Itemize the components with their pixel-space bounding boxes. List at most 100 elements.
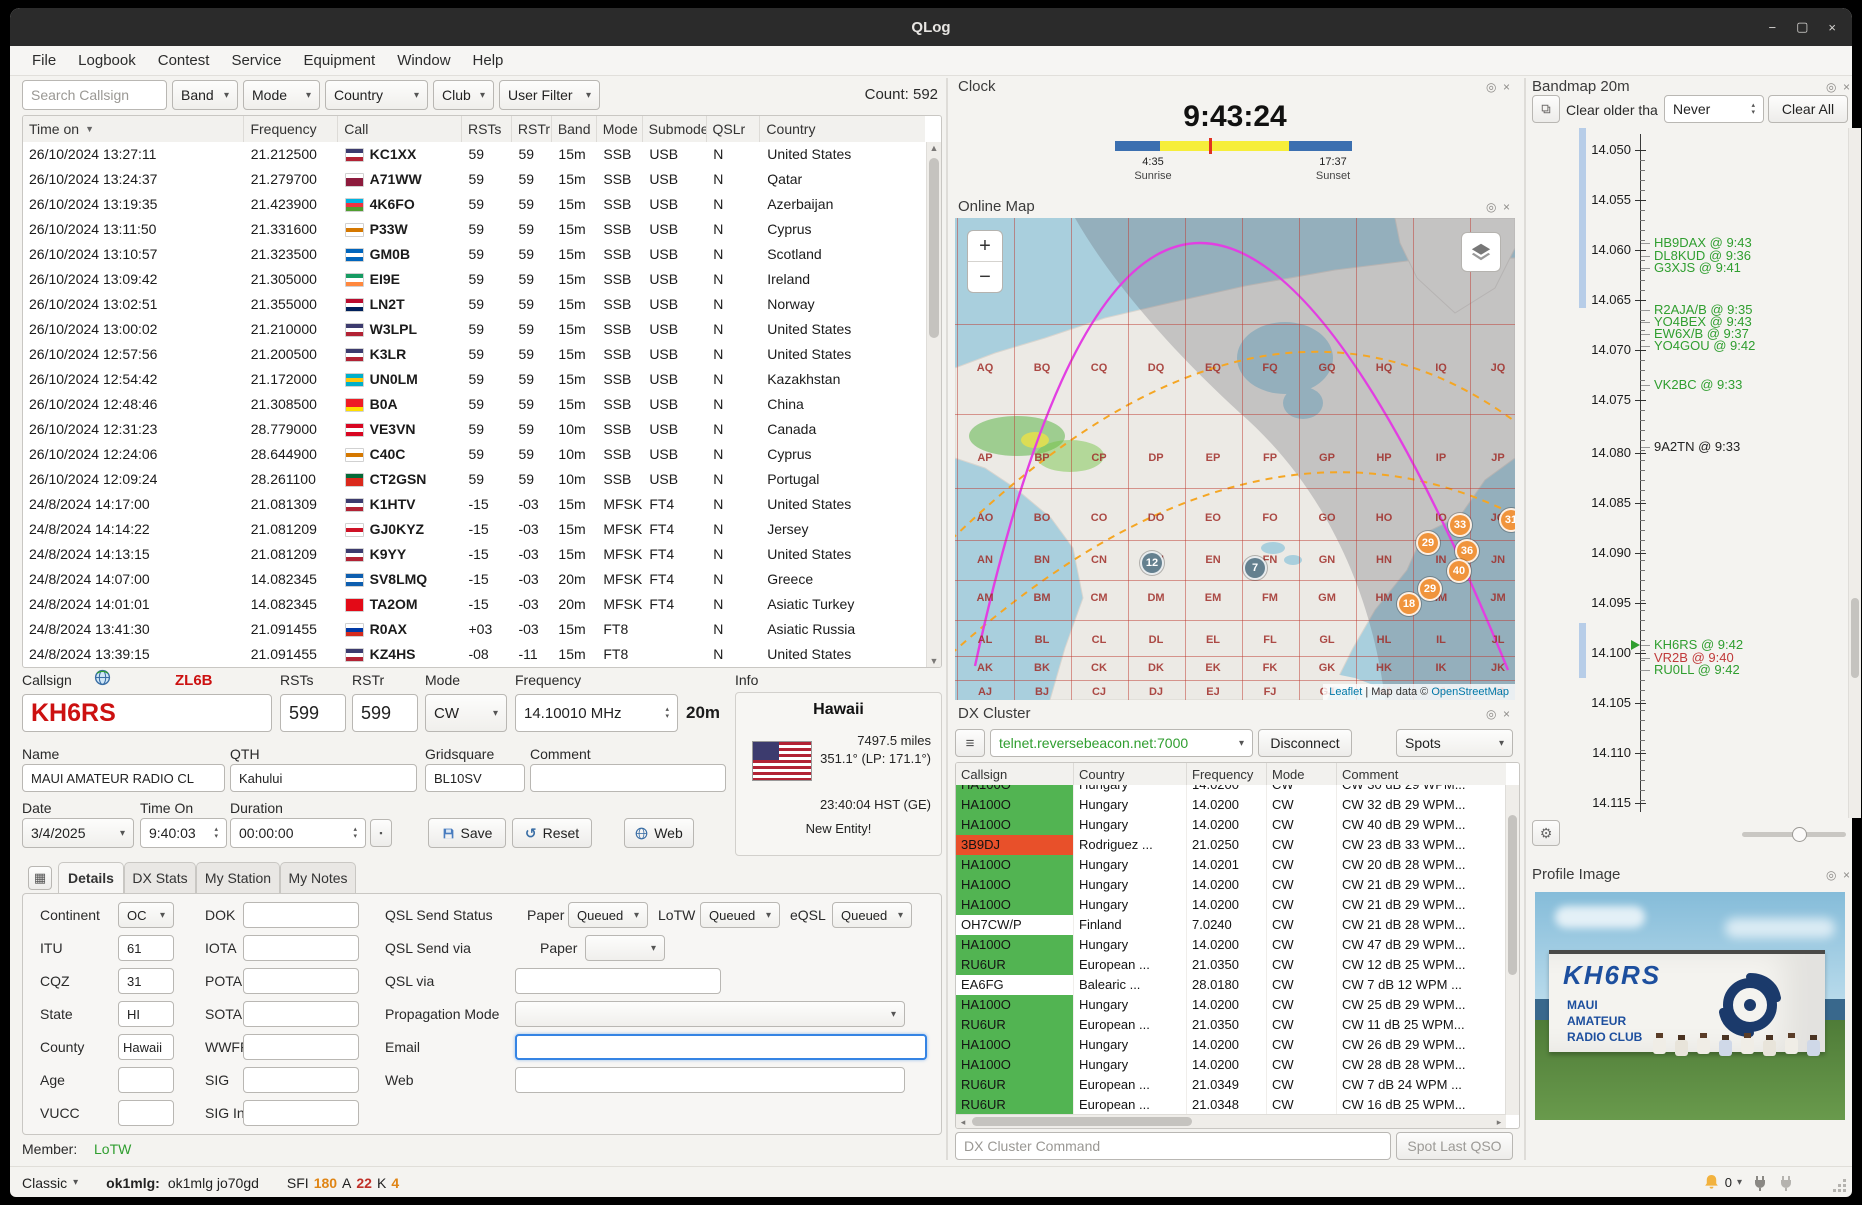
disconnect-button[interactable]: Disconnect	[1258, 729, 1352, 757]
cluster-spot-row[interactable]: RU6UR European ... 21.0350 CW CW 11 dB 2…	[956, 1015, 1506, 1035]
comment-input[interactable]	[530, 764, 726, 792]
spot-last-qso-button[interactable]: Spot Last QSO	[1396, 1132, 1513, 1160]
logbook-row[interactable]: 24/8/2024 14:07:00 14.082345 SV8LMQ -15 …	[23, 567, 926, 592]
cluster-spot-row[interactable]: HA100O Hungary 14.0200 CW CW 25 dB 29 WP…	[956, 995, 1506, 1015]
state-input[interactable]	[118, 1001, 174, 1027]
splitter-left[interactable]	[946, 78, 948, 1160]
column-header-rstr[interactable]: RSTr	[512, 116, 552, 142]
logbook-row[interactable]: 26/10/2024 12:09:24 28.261100 CT2GSN 59 …	[23, 467, 926, 492]
frequency-spinbox[interactable]: 14.10010 MHz▴▾	[515, 694, 678, 732]
cluster-spot-row[interactable]: EA6FG Balearic ... 28.0180 CW CW 7 dB 12…	[956, 975, 1506, 995]
map-cluster-marker[interactable]: 29	[1418, 577, 1442, 601]
cluster-server-combo[interactable]: telnet.reversebeacon.net:7000▾	[990, 729, 1253, 757]
spinner-arrows-icon[interactable]: ▴▾	[214, 826, 218, 840]
bandmap-zoom-slider[interactable]	[1742, 832, 1846, 837]
spinner-arrows-icon[interactable]: ▴▾	[1751, 102, 1755, 116]
close-button[interactable]: ×	[1828, 20, 1836, 35]
cluster-spot-row[interactable]: HA100O Hungary 14.0200 CW CW 26 dB 29 WP…	[956, 1035, 1506, 1055]
cluster-horizontal-scrollbar[interactable]: ◂ ▸	[956, 1114, 1506, 1128]
save-button[interactable]: Save	[428, 818, 506, 848]
propagation-mode-select[interactable]: ▾	[515, 1001, 905, 1027]
logbook-row[interactable]: 24/8/2024 14:13:15 21.081209 K9YY -15 -0…	[23, 542, 926, 567]
user-filter-dropdown[interactable]: User Filter▾	[499, 80, 600, 110]
pota-input[interactable]	[243, 968, 359, 994]
cluster-close-icon[interactable]: ×	[1503, 708, 1510, 720]
bandmap-copy-button[interactable]	[1532, 95, 1560, 123]
cluster-settings-icon[interactable]: ◎	[1486, 708, 1496, 720]
bandmap-spot[interactable]: VK2BC @ 9:33	[1641, 377, 1742, 393]
dok-input[interactable]	[243, 902, 359, 928]
detail-grid-toggle-button[interactable]: ▦	[28, 866, 52, 890]
menu-item[interactable]: Logbook	[68, 49, 146, 72]
spinner-arrows-icon[interactable]: ▴▾	[665, 706, 669, 720]
column-header-frequency[interactable]: Frequency	[1187, 763, 1267, 785]
logbook-row[interactable]: 26/10/2024 12:31:23 28.779000 VE3VN 59 5…	[23, 417, 926, 442]
web-lookup-button[interactable]: Web	[624, 818, 694, 848]
clear-older-select[interactable]: Never▴▾	[1664, 95, 1764, 123]
sig-input[interactable]	[243, 1067, 359, 1093]
duration-spinbox[interactable]: 00:00:00▴▾	[230, 818, 366, 848]
cluster-spot-row[interactable]: HA100O Hungary 14.0200 CW CW 21 dB 29 WP…	[956, 895, 1506, 915]
rig-connection-icon[interactable]	[1752, 1175, 1768, 1191]
online-map[interactable]: AQBQCQDQEQFQGQHQIQJQAPBPCPDPEPFPGPHPIPJP…	[955, 218, 1515, 700]
spots-filter-select[interactable]: Spots▾	[1396, 729, 1513, 757]
map-close-icon[interactable]: ×	[1503, 201, 1510, 213]
menu-item[interactable]: Help	[463, 49, 514, 72]
cluster-spot-row[interactable]: HA100O Hungary 14.0200 CW CW 47 dB 29 WP…	[956, 935, 1506, 955]
cluster-spot-row[interactable]: OH7CW/P Finland 7.0240 CW CW 21 dB 28 WP…	[956, 915, 1506, 935]
osm-link[interactable]: OpenStreetMap	[1431, 686, 1509, 698]
column-header-time-on[interactable]: Time on▼	[23, 116, 244, 142]
column-header-band[interactable]: Band	[552, 116, 597, 142]
iota-input[interactable]	[243, 935, 359, 961]
zoom-out-button[interactable]: −	[968, 261, 1002, 292]
vucc-input[interactable]	[118, 1100, 174, 1126]
tab-my-notes[interactable]: My Notes	[280, 862, 356, 893]
logbook-row[interactable]: 26/10/2024 12:54:42 21.172000 UN0LM 59 5…	[23, 367, 926, 392]
cluster-spot-row[interactable]: HA100O Hungary 14.0200 CW CW 30 dB 29 WP…	[956, 785, 1506, 795]
column-header-country[interactable]: Country	[1074, 763, 1187, 785]
bandmap-canvas[interactable]: 14.050 14.055 14.060 14.065 14.070 14.07…	[1535, 128, 1845, 818]
alerts-bell-icon[interactable]	[1703, 1174, 1720, 1191]
logbook-row[interactable]: 26/10/2024 13:02:51 21.355000 LN2T 59 59…	[23, 292, 926, 317]
cluster-spot-row[interactable]: RU6UR European ... 21.0348 CW CW 16 dB 2…	[956, 1095, 1506, 1115]
logbook-vertical-scrollbar[interactable]: ▲ ▼	[926, 142, 941, 667]
cluster-spot-row[interactable]: 3B9DJ Rodriguez ... 21.0250 CW CW 23 dB …	[956, 835, 1506, 855]
menu-item[interactable]: Equipment	[293, 49, 385, 72]
mode-select[interactable]: CW▾	[425, 694, 507, 732]
column-header-mode[interactable]: Mode	[597, 116, 643, 142]
cluster-spot-row[interactable]: HA100O Hungary 14.0200 CW CW 21 dB 29 WP…	[956, 875, 1506, 895]
map-cluster-marker[interactable]: 40	[1447, 559, 1471, 583]
reset-button[interactable]: ↺ Reset	[512, 818, 592, 848]
scrollbar-thumb[interactable]	[1508, 815, 1517, 975]
age-input[interactable]	[118, 1067, 174, 1093]
resize-grip[interactable]	[1843, 1189, 1846, 1192]
cqz-input[interactable]	[118, 968, 174, 994]
cluster-spot-row[interactable]: HA100O Hungary 14.0200 CW CW 28 dB 28 WP…	[956, 1055, 1506, 1075]
map-cluster-marker[interactable]: 18	[1397, 592, 1421, 616]
column-header-rsts[interactable]: RSTs	[462, 116, 512, 142]
logbook-row[interactable]: 24/8/2024 14:14:22 21.081209 GJ0KYZ -15 …	[23, 517, 926, 542]
rsts-input[interactable]	[280, 694, 346, 732]
sig-info-input[interactable]	[243, 1100, 359, 1126]
tab-my-station[interactable]: My Station	[196, 862, 280, 893]
search-callsign-input[interactable]	[22, 80, 167, 110]
time-on-spinbox[interactable]: 9:40:03▴▾	[140, 818, 227, 848]
keyer-connection-icon[interactable]	[1778, 1175, 1794, 1191]
name-input[interactable]	[22, 764, 225, 792]
chevron-down-icon[interactable]: ▾	[1737, 1177, 1742, 1188]
cluster-command-input[interactable]	[955, 1132, 1391, 1160]
cluster-vertical-scrollbar[interactable]	[1505, 785, 1519, 1115]
splitter-right[interactable]	[1524, 78, 1526, 1160]
map-cluster-marker[interactable]: 12	[1140, 551, 1164, 575]
column-header-mode[interactable]: Mode	[1267, 763, 1337, 785]
bandmap-scrollbar[interactable]	[1848, 128, 1861, 818]
column-header-country[interactable]: Country	[760, 116, 925, 142]
minimize-button[interactable]: −	[1769, 20, 1777, 35]
bandmap-spot[interactable]: YO4GOU @ 9:42	[1641, 338, 1755, 354]
callsign-input[interactable]	[22, 694, 272, 732]
map-settings-icon[interactable]: ◎	[1486, 201, 1496, 213]
scroll-left-arrow-icon[interactable]: ◂	[956, 1117, 970, 1128]
cluster-spot-row[interactable]: HA100O Hungary 14.0200 CW CW 40 dB 29 WP…	[956, 815, 1506, 835]
qsl-send-via-select[interactable]: ▾	[585, 935, 665, 961]
profile-settings-icon[interactable]: ◎	[1826, 869, 1836, 881]
